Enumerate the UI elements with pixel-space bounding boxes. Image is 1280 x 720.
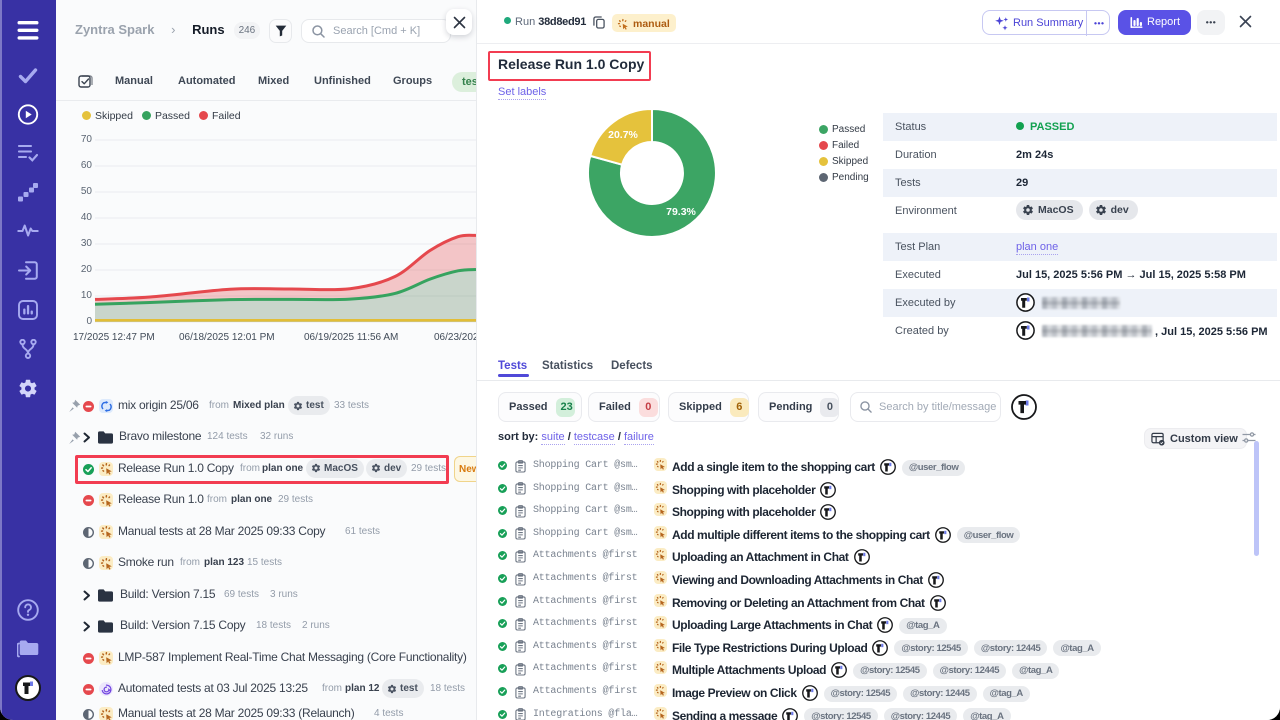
svg-text:20.7%: 20.7% [608, 129, 638, 141]
svg-text:79.3%: 79.3% [666, 206, 696, 218]
